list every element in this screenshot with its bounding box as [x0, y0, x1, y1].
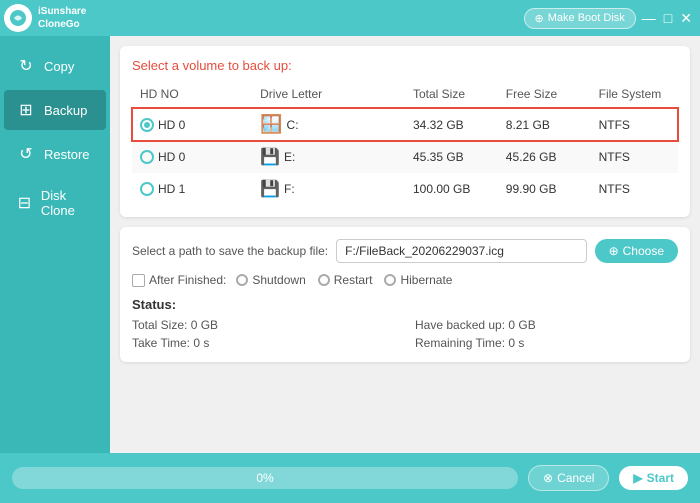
windows-icon: 🪟: [260, 114, 282, 135]
app-title: iSunshare CloneGo: [38, 5, 86, 31]
status-total-size: Total Size: 0 GB: [132, 318, 395, 332]
drive-cell: 💾E:: [252, 141, 405, 173]
total-size-cell: 45.35 GB: [405, 141, 498, 173]
app-window: iSunshare CloneGo ⊕ Make Boot Disk — □ ✕…: [0, 0, 700, 503]
hd-no-cell: HD 1: [132, 173, 252, 205]
volume-section-title: Select a volume to back up:: [132, 58, 678, 73]
backup-section: Select a path to save the backup file: ⊕…: [120, 227, 690, 362]
sidebar-item-disk-clone[interactable]: ⊟ Disk Clone: [4, 178, 106, 228]
volume-section: Select a volume to back up: HD NO Drive …: [120, 46, 690, 217]
radio-dot: [140, 118, 154, 132]
choose-plus-icon: ⊕: [609, 244, 619, 258]
restore-icon: ↺: [16, 144, 36, 164]
checkbox-box: [132, 274, 145, 287]
hd-no-cell: HD 0: [132, 141, 252, 173]
disk-clone-icon: ⊟: [16, 193, 33, 213]
backup-icon: ⊞: [16, 100, 36, 120]
radio-dot: [140, 150, 154, 164]
sidebar-item-copy[interactable]: ↻ Copy: [4, 46, 106, 86]
total-size-cell: 100.00 GB: [405, 173, 498, 205]
app-logo: [4, 4, 32, 32]
drive-cell: 🪟C:: [252, 108, 405, 142]
hdd-icon: 💾: [260, 179, 280, 199]
radio-shutdown[interactable]: Shutdown: [236, 273, 305, 287]
radio-restart[interactable]: Restart: [318, 273, 373, 287]
bottom-bar: 0% ⊗ Cancel ▶ Start: [0, 453, 700, 503]
window-controls: — □ ✕: [642, 11, 692, 25]
free-size-cell: 45.26 GB: [498, 141, 591, 173]
restart-radio: [318, 274, 330, 286]
close-button[interactable]: ✕: [680, 11, 692, 25]
col-header-file-system: File System: [591, 83, 678, 108]
col-header-free-size: Free Size: [498, 83, 591, 108]
path-input[interactable]: [336, 239, 586, 263]
progress-label: 0%: [256, 471, 273, 485]
status-take-time: Take Time: 0 s: [132, 336, 395, 350]
path-row: Select a path to save the backup file: ⊕…: [132, 239, 678, 263]
restart-label: Restart: [334, 273, 373, 287]
status-have-backed: Have backed up: 0 GB: [415, 318, 678, 332]
progress-bar-container: 0%: [12, 467, 518, 489]
choose-button[interactable]: ⊕ Choose: [595, 239, 678, 263]
status-section: Status: Total Size: 0 GB Have backed up:…: [132, 297, 678, 350]
hd-no-cell: HD 0: [132, 108, 252, 142]
hibernate-label: Hibernate: [400, 273, 452, 287]
content-area: Select a volume to back up: HD NO Drive …: [110, 36, 700, 453]
start-icon: ▶: [633, 471, 642, 485]
file-system-cell: NTFS: [591, 141, 678, 173]
shutdown-label: Shutdown: [252, 273, 305, 287]
cancel-button[interactable]: ⊗ Cancel: [528, 465, 609, 491]
sidebar: ↻ Copy ⊞ Backup ↺ Restore ⊟ Disk Clone: [0, 36, 110, 453]
volume-row[interactable]: HD 0 💾E:45.35 GB45.26 GBNTFS: [132, 141, 678, 173]
file-system-cell: NTFS: [591, 173, 678, 205]
free-size-cell: 8.21 GB: [498, 108, 591, 142]
minimize-button[interactable]: —: [642, 11, 656, 25]
title-bar-left: iSunshare CloneGo: [4, 4, 86, 32]
start-label: Start: [647, 471, 674, 485]
cancel-label: Cancel: [557, 471, 594, 485]
title-bar-right: ⊕ Make Boot Disk — □ ✕: [524, 8, 692, 29]
sidebar-item-backup[interactable]: ⊞ Backup: [4, 90, 106, 130]
total-size-cell: 34.32 GB: [405, 108, 498, 142]
cancel-icon: ⊗: [543, 471, 553, 485]
after-finished-row: After Finished: Shutdown Restart: [132, 273, 678, 287]
make-boot-label: Make Boot Disk: [548, 12, 625, 24]
boot-disk-icon: ⊕: [535, 12, 544, 25]
col-header-hd-no: HD NO: [132, 83, 252, 108]
sidebar-backup-label: Backup: [44, 103, 87, 118]
main-layout: ↻ Copy ⊞ Backup ↺ Restore ⊟ Disk Clone S…: [0, 36, 700, 453]
copy-icon: ↻: [16, 56, 36, 76]
sidebar-item-restore[interactable]: ↺ Restore: [4, 134, 106, 174]
sidebar-copy-label: Copy: [44, 59, 74, 74]
path-label: Select a path to save the backup file:: [132, 244, 328, 258]
col-header-total-size: Total Size: [405, 83, 498, 108]
hdd-icon: 💾: [260, 147, 280, 167]
after-finished-checkbox[interactable]: After Finished:: [132, 273, 226, 287]
title-bar: iSunshare CloneGo ⊕ Make Boot Disk — □ ✕: [0, 0, 700, 36]
start-button[interactable]: ▶ Start: [619, 466, 688, 490]
sidebar-restore-label: Restore: [44, 147, 90, 162]
make-boot-button[interactable]: ⊕ Make Boot Disk: [524, 8, 636, 29]
status-title: Status:: [132, 297, 678, 312]
after-finished-label: After Finished:: [149, 273, 226, 287]
file-system-cell: NTFS: [591, 108, 678, 142]
radio-dot: [140, 182, 154, 196]
col-header-drive-letter: Drive Letter: [252, 83, 405, 108]
free-size-cell: 99.90 GB: [498, 173, 591, 205]
radio-hibernate[interactable]: Hibernate: [384, 273, 452, 287]
choose-label: Choose: [623, 244, 664, 258]
status-remaining: Remaining Time: 0 s: [415, 336, 678, 350]
maximize-button[interactable]: □: [664, 11, 672, 25]
volume-table: HD NO Drive Letter Total Size Free Size …: [132, 83, 678, 205]
volume-row[interactable]: HD 1 💾F:100.00 GB99.90 GBNTFS: [132, 173, 678, 205]
shutdown-radio: [236, 274, 248, 286]
hibernate-radio: [384, 274, 396, 286]
volume-row[interactable]: HD 0 🪟C:34.32 GB8.21 GBNTFS: [132, 108, 678, 142]
sidebar-disk-clone-label: Disk Clone: [41, 188, 94, 218]
drive-cell: 💾F:: [252, 173, 405, 205]
radio-group: Shutdown Restart Hibernate: [236, 273, 452, 287]
